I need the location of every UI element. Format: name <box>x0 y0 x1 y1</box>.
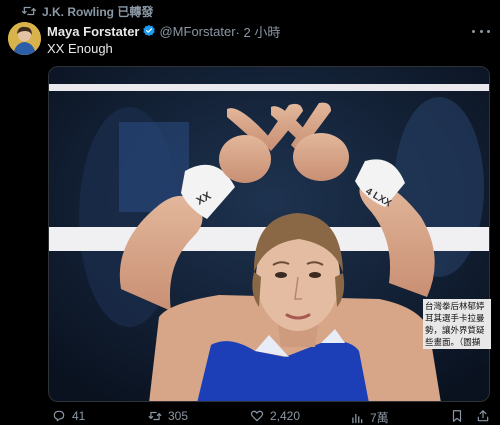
author-name[interactable]: Maya Forstater <box>47 24 139 39</box>
like-count: 2,420 <box>270 409 301 423</box>
author-handle[interactable]: @MForstater <box>159 24 235 39</box>
share-icon <box>477 410 489 422</box>
retweet-indicator: J.K. Rowling 已轉發 <box>22 3 153 19</box>
tweet-text: XX Enough <box>47 41 113 56</box>
tweet-actions-bar: 41 305 2,420 7萬 <box>48 408 493 425</box>
views-icon <box>352 413 363 423</box>
tweet-media-image[interactable]: XX 4 LXX <box>48 66 490 402</box>
reply-count: 41 <box>72 409 86 423</box>
more-options-icon[interactable] <box>472 24 490 38</box>
retweet-icon <box>148 411 162 421</box>
bookmark-button[interactable] <box>450 409 470 423</box>
author-avatar[interactable] <box>8 22 41 55</box>
retweet-label: J.K. Rowling 已轉發 <box>42 4 154 19</box>
views-count: 7萬 <box>370 411 389 425</box>
views-button[interactable]: 7萬 <box>350 409 389 425</box>
reply-button[interactable]: 41 <box>52 409 85 423</box>
image-caption-overlay: 台灣拳后林郁婷 耳其選手卡拉曼 勢，讓外界質疑 些畫面。（圖擷 <box>423 299 491 349</box>
like-icon <box>250 410 264 422</box>
like-button[interactable]: 2,420 <box>250 409 300 423</box>
bookmark-icon <box>452 410 462 422</box>
retweet-icon <box>22 6 36 16</box>
retweet-count: 305 <box>168 409 189 423</box>
tweet-header: Maya Forstater @MForstater · 2 小時 <box>47 22 280 40</box>
tweet-timestamp[interactable]: · 2 小時 <box>236 22 281 41</box>
retweet-button[interactable]: 305 <box>148 409 188 423</box>
reply-icon <box>53 410 65 422</box>
verified-badge-icon <box>143 24 156 37</box>
share-button[interactable] <box>476 409 496 423</box>
